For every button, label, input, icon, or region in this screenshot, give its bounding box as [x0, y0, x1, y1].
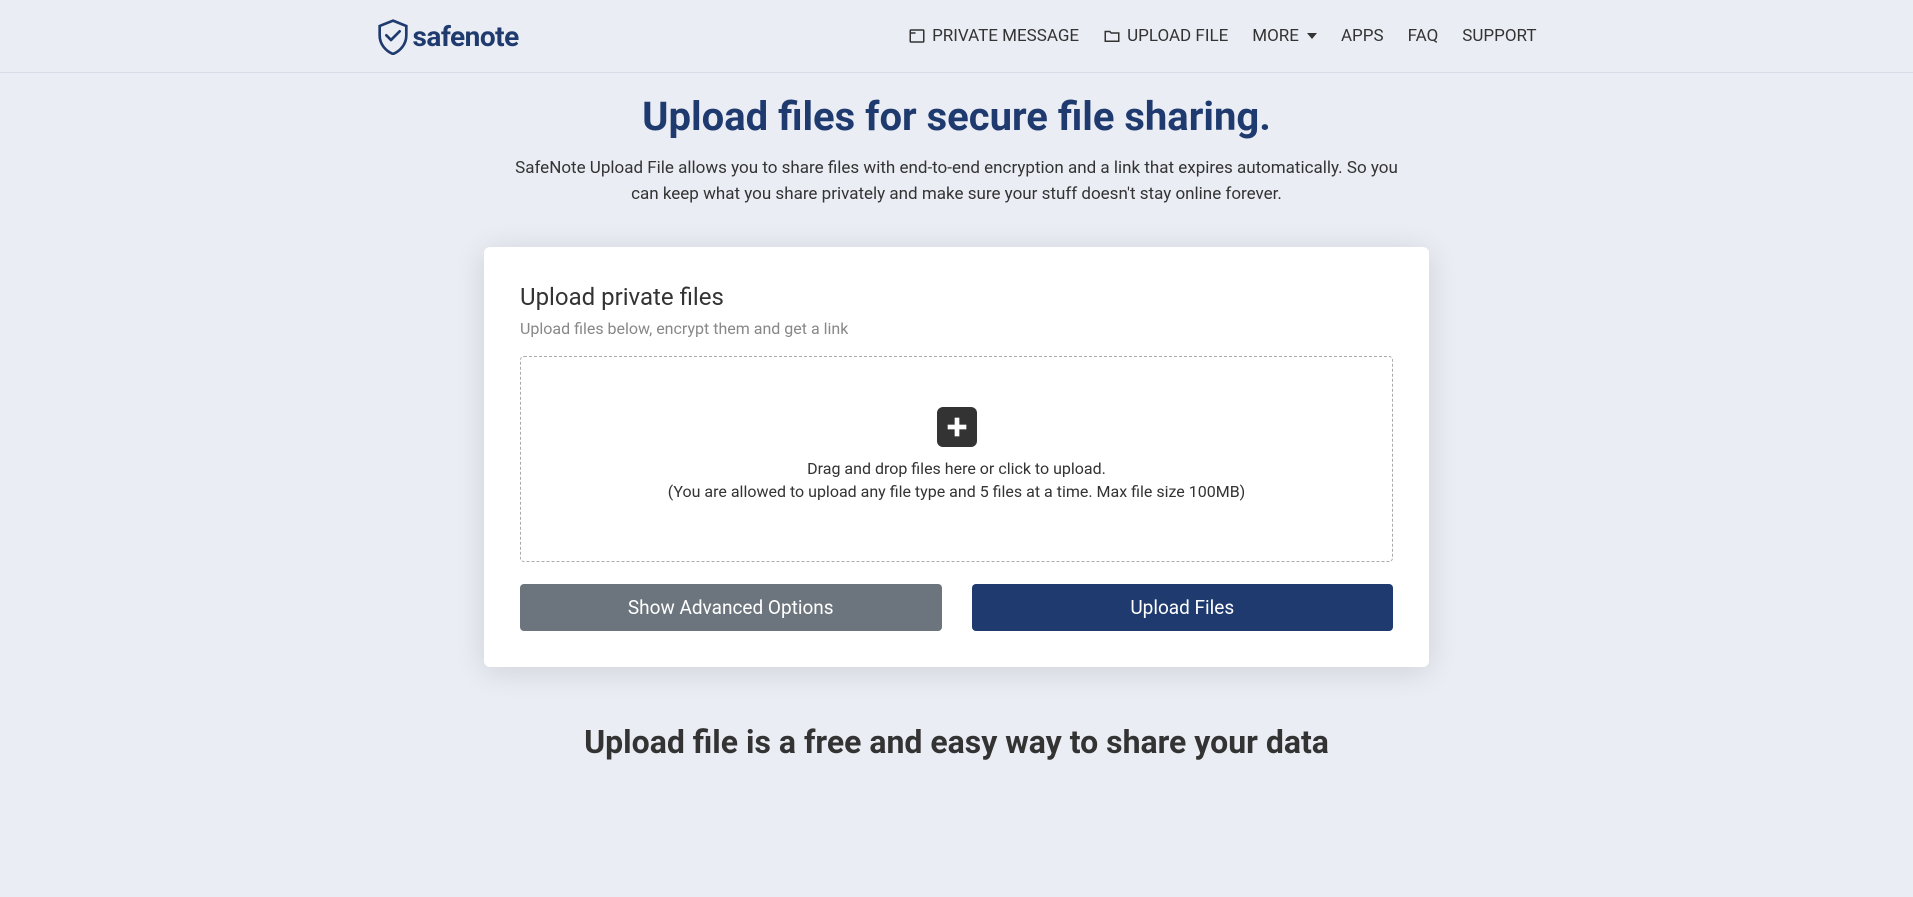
nav-label: APPS	[1341, 26, 1384, 46]
dropzone-text: Drag and drop files here or click to upl…	[541, 459, 1372, 478]
nav-label: PRIVATE MESSAGE	[932, 26, 1079, 46]
upload-card: Upload private files Upload files below,…	[484, 247, 1429, 667]
message-icon	[908, 27, 926, 45]
dropzone-hint: (You are allowed to upload any file type…	[541, 482, 1372, 501]
show-advanced-button[interactable]: Show Advanced Options	[520, 584, 942, 631]
plus-icon	[937, 407, 977, 447]
nav-label: UPLOAD FILE	[1127, 26, 1228, 46]
nav-label: MORE	[1252, 26, 1299, 46]
nav-private-message[interactable]: PRIVATE MESSAGE	[908, 26, 1079, 46]
button-row: Show Advanced Options Upload Files	[520, 584, 1393, 631]
navbar-container: safenote PRIVATE MESSAGE	[357, 18, 1557, 54]
logo-link[interactable]: safenote	[377, 18, 519, 54]
nav-links: PRIVATE MESSAGE UPLOAD FILE MORE	[908, 26, 1536, 46]
upload-files-button[interactable]: Upload Files	[972, 584, 1394, 631]
nav-label: SUPPORT	[1462, 26, 1536, 46]
page-subtitle: SafeNote Upload File allows you to share…	[507, 156, 1407, 207]
page-title: Upload files for secure file sharing.	[377, 93, 1537, 140]
navbar: safenote PRIVATE MESSAGE	[0, 0, 1913, 73]
logo-text: safenote	[413, 20, 519, 53]
nav-more-dropdown[interactable]: MORE	[1252, 26, 1317, 46]
folder-icon	[1103, 27, 1121, 45]
nav-label: FAQ	[1408, 26, 1439, 46]
main-content: Upload files for secure file sharing. Sa…	[357, 73, 1557, 801]
nav-support[interactable]: SUPPORT	[1462, 26, 1536, 46]
section-title: Upload file is a free and easy way to sh…	[377, 723, 1537, 761]
card-title: Upload private files	[520, 283, 1393, 311]
nav-apps[interactable]: APPS	[1341, 26, 1384, 46]
nav-upload-file[interactable]: UPLOAD FILE	[1103, 26, 1228, 46]
caret-down-icon	[1307, 33, 1317, 39]
file-dropzone[interactable]: Drag and drop files here or click to upl…	[520, 356, 1393, 562]
nav-faq[interactable]: FAQ	[1408, 26, 1439, 46]
shield-icon	[377, 18, 409, 54]
card-subtitle: Upload files below, encrypt them and get…	[520, 319, 1393, 338]
